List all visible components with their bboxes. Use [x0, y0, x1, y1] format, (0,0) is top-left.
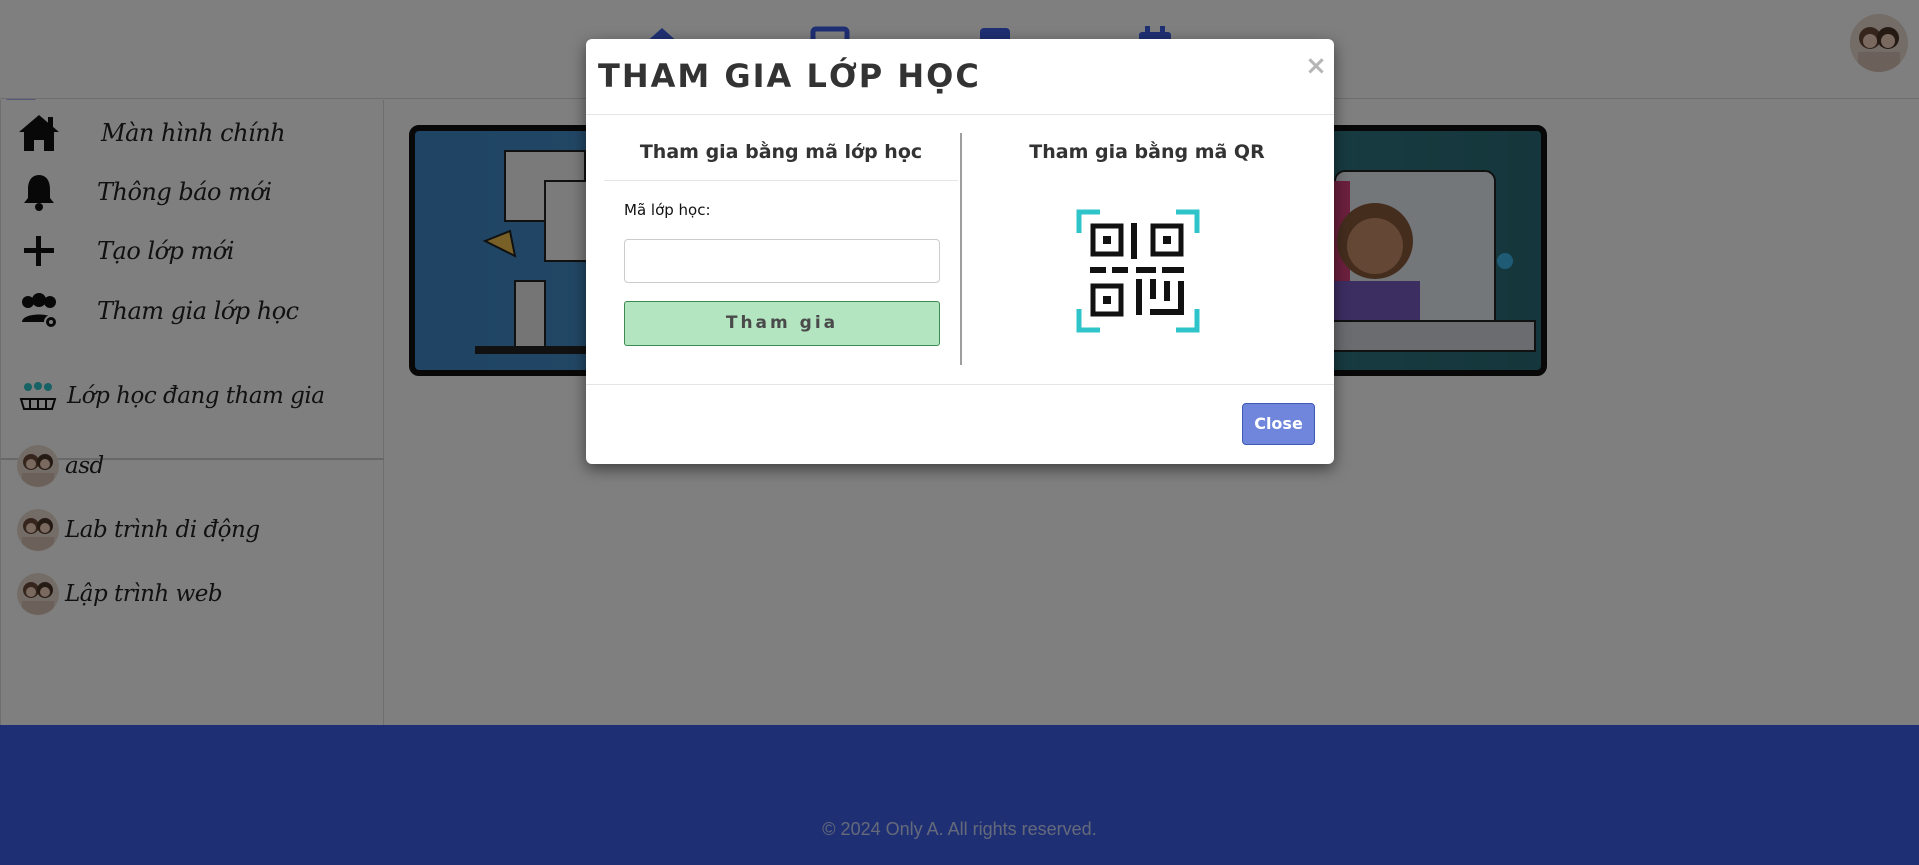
join-class-modal: THAM GIA LỚP HỌC × Tham gia bằng mã lớp … — [586, 39, 1334, 464]
class-code-input[interactable] — [624, 239, 940, 283]
class-code-label: Mã lớp học: — [624, 201, 711, 219]
modal-header: THAM GIA LỚP HỌC × — [586, 39, 1334, 115]
close-button[interactable]: Close — [1242, 403, 1315, 445]
join-by-qr-heading: Tham gia bằng mã QR — [1029, 141, 1265, 163]
column-divider — [960, 133, 962, 365]
modal-title: THAM GIA LỚP HỌC — [598, 57, 981, 95]
qr-scan-icon[interactable] — [1076, 209, 1200, 333]
modal-footer-divider — [586, 384, 1334, 385]
close-icon[interactable]: × — [1304, 51, 1328, 81]
join-by-code-heading: Tham gia bằng mã lớp học — [604, 131, 958, 181]
join-button[interactable]: Tham gia — [624, 301, 940, 346]
